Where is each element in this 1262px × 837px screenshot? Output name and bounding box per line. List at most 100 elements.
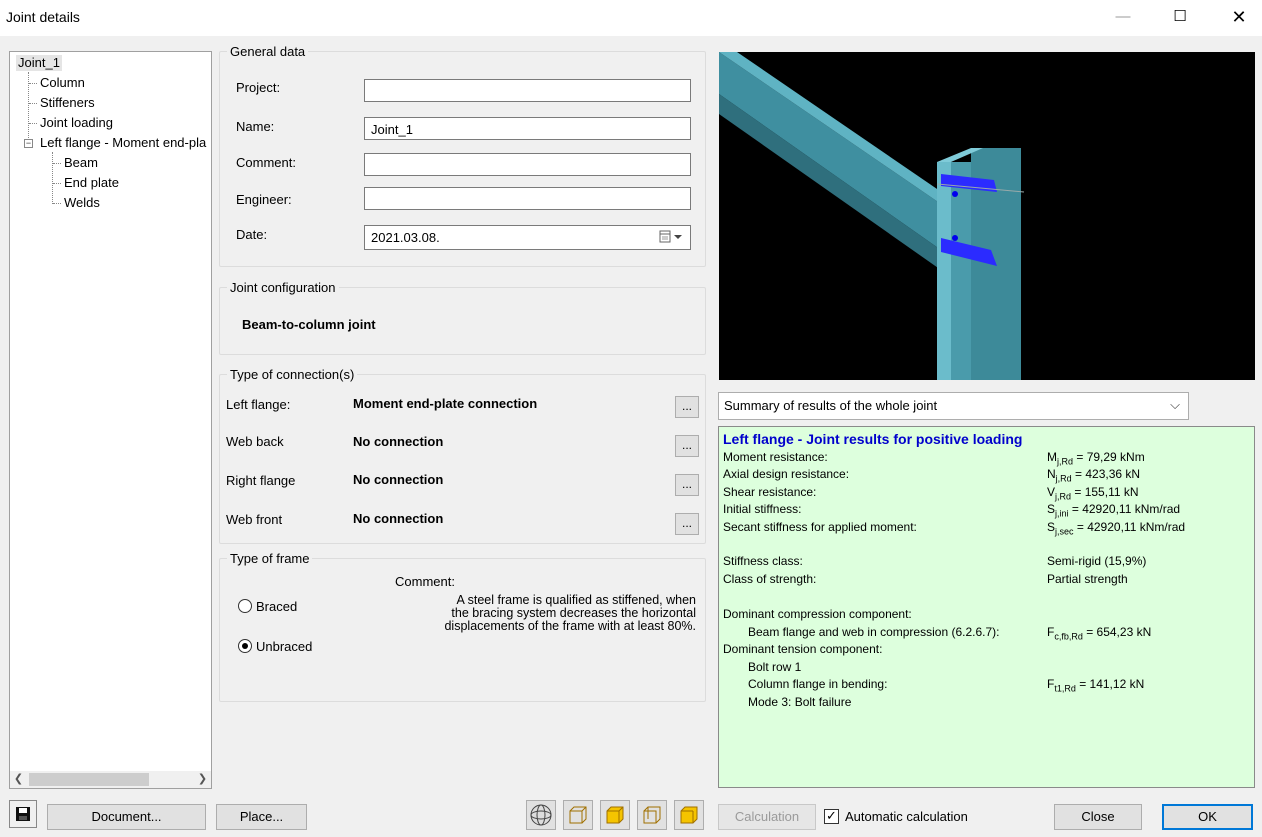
result-value: Mj,Rd = 79,29 kNm	[1047, 450, 1145, 467]
name-label: Name:	[236, 119, 275, 134]
view-button-3[interactable]	[637, 800, 667, 830]
results-view-value: Summary of results of the whole joint	[724, 398, 938, 413]
calendar-icon[interactable]	[658, 229, 686, 248]
project-input[interactable]	[364, 79, 691, 102]
tree-item-joint-loading[interactable]: Joint loading	[40, 115, 113, 131]
result-label: Initial stiffness:	[723, 502, 802, 516]
dominant-compression-label: Dominant compression component:	[723, 607, 912, 621]
frame-type-group: Type of frame Braced Unbraced Comment: A…	[219, 551, 706, 702]
general-data-title: General data	[227, 44, 309, 59]
scroll-thumb[interactable]	[29, 773, 149, 786]
braced-radio[interactable]	[238, 599, 252, 613]
tree-item-welds[interactable]: Welds	[64, 195, 100, 211]
tree-item-stiffeners[interactable]: Stiffeners	[40, 95, 95, 111]
result-value: Vj,Rd = 155,11 kN	[1047, 485, 1139, 502]
general-data-group: General data Project: Name: Joint_1 Comm…	[219, 44, 706, 267]
unbraced-label[interactable]: Unbraced	[256, 639, 312, 654]
right-flange-settings-button[interactable]: ...	[675, 474, 699, 496]
tree-line	[29, 123, 37, 124]
results-panel: Left flange - Joint results for positive…	[718, 426, 1255, 788]
date-picker[interactable]: 2021.03.08.	[364, 225, 691, 250]
maximize-button[interactable]: ☐	[1157, 0, 1203, 36]
auto-calc-checkbox[interactable]: ✓	[824, 809, 839, 824]
name-input[interactable]: Joint_1	[364, 117, 691, 140]
title-bar: Joint details — ☐ ✕	[0, 0, 1262, 36]
joint-configuration-value: Beam-to-column joint	[242, 317, 376, 332]
calculation-button[interactable]: Calculation	[718, 804, 816, 830]
view-button-4[interactable]	[674, 800, 704, 830]
connection-types-group: Type of connection(s) Left flange: Momen…	[219, 367, 706, 544]
web-back-settings-button[interactable]: ...	[675, 435, 699, 457]
dominant-tension-row: Bolt row 1	[748, 660, 802, 674]
tree-line	[52, 152, 53, 204]
web-front-settings-button[interactable]: ...	[675, 513, 699, 535]
render-mode-button[interactable]	[526, 800, 556, 830]
view-button-1[interactable]	[563, 800, 593, 830]
minimize-button[interactable]: —	[1100, 0, 1146, 36]
frame-type-title: Type of frame	[227, 551, 313, 566]
window-title: Joint details	[6, 9, 80, 25]
project-label: Project:	[236, 80, 281, 95]
stiffness-class-label: Stiffness class:	[723, 554, 803, 568]
close-window-button[interactable]: ✕	[1216, 0, 1262, 36]
auto-calc-label[interactable]: Automatic calculation	[845, 809, 968, 824]
joint-tree[interactable]: Joint_1 Column Stiffeners Joint loading …	[9, 51, 212, 789]
wire-cube-icon	[643, 806, 661, 824]
dominant-tension-value: Ft1,Rd = 141,12 kN	[1047, 677, 1145, 694]
result-value: Sj,ini = 42920,11 kNm/rad	[1047, 502, 1181, 519]
left-flange-settings-button[interactable]: ...	[675, 396, 699, 418]
solid-cube-icon	[606, 806, 624, 824]
unbraced-radio[interactable]	[238, 639, 252, 653]
wire-cube-icon	[569, 806, 587, 824]
joint-configuration-group: Joint configuration Beam-to-column joint	[219, 280, 706, 355]
tree-line	[53, 163, 61, 164]
web-front-connection: No connection	[353, 511, 444, 526]
results-view-select[interactable]: Summary of results of the whole joint ⌵	[718, 392, 1189, 420]
scroll-right-icon[interactable]: ❯	[194, 771, 211, 788]
dominant-tension-item: Column flange in bending:	[748, 677, 888, 691]
view-button-2[interactable]	[600, 800, 630, 830]
joint-configuration-title: Joint configuration	[227, 280, 339, 295]
right-flange-connection: No connection	[353, 472, 444, 487]
comment-input[interactable]	[364, 153, 691, 176]
right-flange-label: Right flange	[226, 473, 296, 488]
web-front-label: Web front	[226, 512, 283, 527]
tree-root[interactable]: Joint_1	[16, 55, 62, 71]
results-title: Left flange - Joint results for positive…	[723, 431, 1023, 447]
date-value: 2021.03.08.	[371, 230, 440, 245]
place-button[interactable]: Place...	[216, 804, 307, 830]
tree-item-beam[interactable]: Beam	[64, 155, 98, 171]
close-button[interactable]: Close	[1054, 804, 1142, 830]
solid-cube-icon	[680, 806, 698, 824]
left-flange-connection: Moment end-plate connection	[353, 396, 538, 411]
document-button[interactable]: Document...	[47, 804, 206, 830]
frame-comment-text: A steel frame is qualified as stiffened,…	[444, 593, 696, 633]
joint-3d-view[interactable]	[719, 52, 1255, 380]
web-back-label: Web back	[226, 434, 284, 449]
dominant-tension-label: Dominant tension component:	[723, 642, 883, 656]
tree-item-column[interactable]: Column	[40, 75, 85, 91]
result-value: Sj,sec = 42920,11 kNm/rad	[1047, 520, 1186, 537]
strength-class-value: Partial strength	[1047, 572, 1128, 586]
connection-types-title: Type of connection(s)	[227, 367, 358, 382]
stiffness-class-value: Semi-rigid (15,9%)	[1047, 554, 1147, 568]
tree-horizontal-scrollbar[interactable]: ❮ ❯	[10, 771, 211, 788]
engineer-label: Engineer:	[236, 192, 292, 207]
dominant-compression-value: Fc,fb,Rd = 654,23 kN	[1047, 625, 1152, 642]
scroll-left-icon[interactable]: ❮	[10, 771, 27, 788]
engineer-input[interactable]	[364, 187, 691, 210]
chevron-down-icon: ⌵	[1170, 397, 1180, 412]
tree-item-left-flange[interactable]: Left flange - Moment end-pla	[40, 135, 206, 151]
braced-label[interactable]: Braced	[256, 599, 297, 614]
tree-line	[53, 203, 61, 204]
result-label: Axial design resistance:	[723, 467, 850, 481]
collapse-icon[interactable]: −	[24, 139, 33, 148]
tree-line	[53, 183, 61, 184]
dominant-compression-item: Beam flange and web in compression (6.2.…	[748, 625, 1000, 639]
result-label: Moment resistance:	[723, 450, 828, 464]
strength-class-label: Class of strength:	[723, 572, 817, 586]
ok-button[interactable]: OK	[1162, 804, 1253, 830]
tree-item-end-plate[interactable]: End plate	[64, 175, 119, 191]
tree-line	[29, 83, 37, 84]
save-button[interactable]	[9, 800, 37, 828]
